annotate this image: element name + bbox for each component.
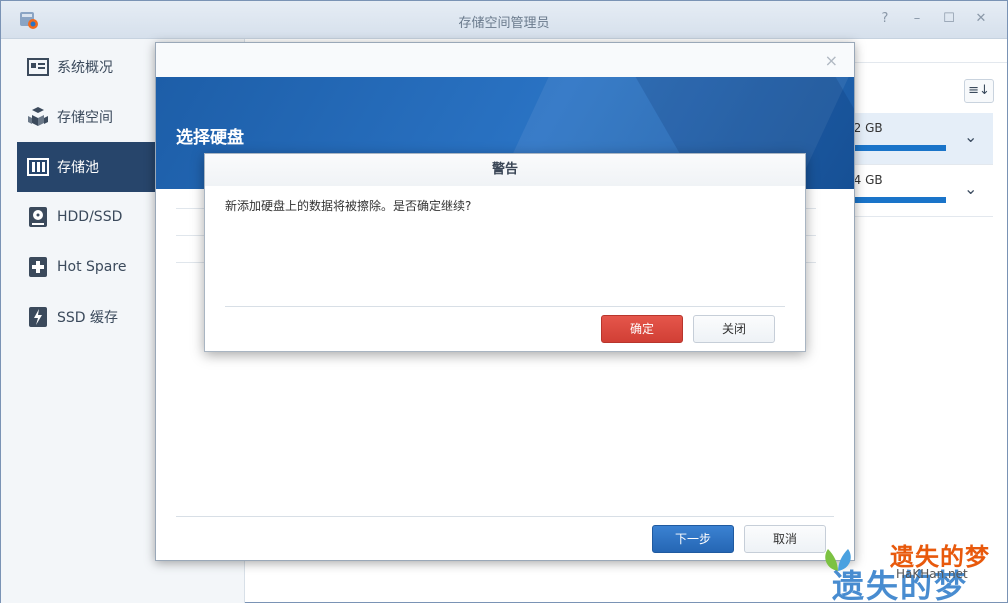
dialog-title: 警告	[205, 154, 805, 186]
sidebar-item-label: SSD 缓存	[57, 310, 119, 326]
close-button[interactable]: 关闭	[693, 315, 775, 343]
minimize-icon[interactable]: –	[910, 11, 924, 27]
volume-cubes-icon	[28, 107, 48, 126]
sidebar-item-hdd-ssd[interactable]: HDD/SSD	[17, 192, 157, 242]
maximize-icon[interactable]: ☐	[942, 11, 956, 27]
sidebar-item-label: 存储池	[57, 160, 99, 176]
hot-spare-plus-icon	[29, 257, 47, 277]
hdd-icon	[29, 207, 47, 227]
close-icon[interactable]: ×	[825, 51, 838, 70]
window-title: 存储空间管理员	[458, 16, 550, 31]
sidebar-item-label: 系统概况	[57, 60, 113, 76]
warning-dialog: 警告 新添加硬盘上的数据将被擦除。是否确定继续? 确定 关闭	[204, 153, 806, 352]
sidebar-item-label: Hot Spare	[57, 259, 127, 275]
sort-button[interactable]: ≡↓	[964, 79, 994, 103]
sidebar-item-label: HDD/SSD	[57, 209, 123, 225]
watermark-site: HaKHan.net	[896, 567, 968, 581]
pool-row[interactable]: 44 GB ⌄	[846, 165, 993, 217]
pool-usage-bar	[846, 145, 946, 151]
overview-icon	[27, 58, 49, 76]
confirm-button[interactable]: 确定	[601, 315, 683, 343]
chevron-down-icon[interactable]: ⌄	[964, 127, 984, 146]
close-icon[interactable]: ✕	[974, 11, 988, 27]
chevron-down-icon[interactable]: ⌄	[964, 179, 984, 198]
sidebar-item-overview[interactable]: 系统概况	[17, 42, 157, 92]
storage-pool-icon	[27, 158, 49, 176]
dialog-message: 新添加硬盘上的数据将被擦除。是否确定继续?	[225, 199, 472, 213]
sidebar-item-ssd-cache[interactable]: SSD 缓存	[17, 292, 157, 342]
sidebar-item-hot-spare[interactable]: Hot Spare	[17, 242, 157, 292]
pool-usage-bar	[846, 197, 946, 203]
pool-row[interactable]: 32 GB ⌄	[846, 113, 993, 165]
help-icon[interactable]: ?	[878, 11, 892, 27]
sidebar-item-label: 存储空间	[57, 110, 113, 126]
title-bar: 存储空间管理员 ? – ☐ ✕	[1, 1, 1007, 39]
wizard-top-bar: ×	[156, 43, 854, 77]
sidebar-item-volume[interactable]: 存储空间	[17, 92, 157, 142]
next-button[interactable]: 下一步	[652, 525, 734, 553]
wizard-title: 选择硬盘	[176, 128, 244, 148]
divider	[225, 306, 785, 307]
divider	[176, 516, 834, 517]
sidebar-item-storage-pool[interactable]: 存储池	[17, 142, 157, 192]
ssd-cache-icon	[29, 307, 47, 327]
watermark: 遗失的梦 遗失的梦 HaKHan.net	[812, 535, 1008, 603]
